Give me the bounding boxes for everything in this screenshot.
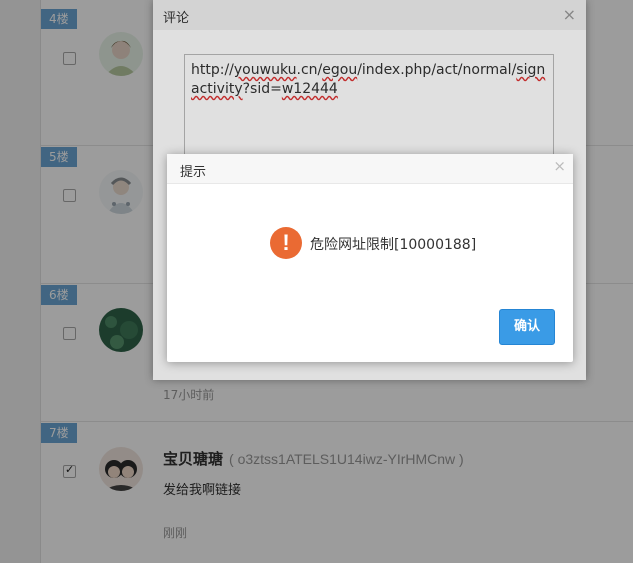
confirm-button[interactable]: 确认 <box>499 309 555 345</box>
warning-icon: ! <box>270 227 302 259</box>
alert-message: 危险网址限制[10000188] <box>310 237 477 253</box>
alert-title: 提示 <box>180 165 207 180</box>
close-icon[interactable]: × <box>553 157 566 175</box>
alert-header: 提示 × <box>167 154 573 184</box>
alert-dialog: 提示 × ! 危险网址限制[10000188] 确认 <box>167 154 573 362</box>
